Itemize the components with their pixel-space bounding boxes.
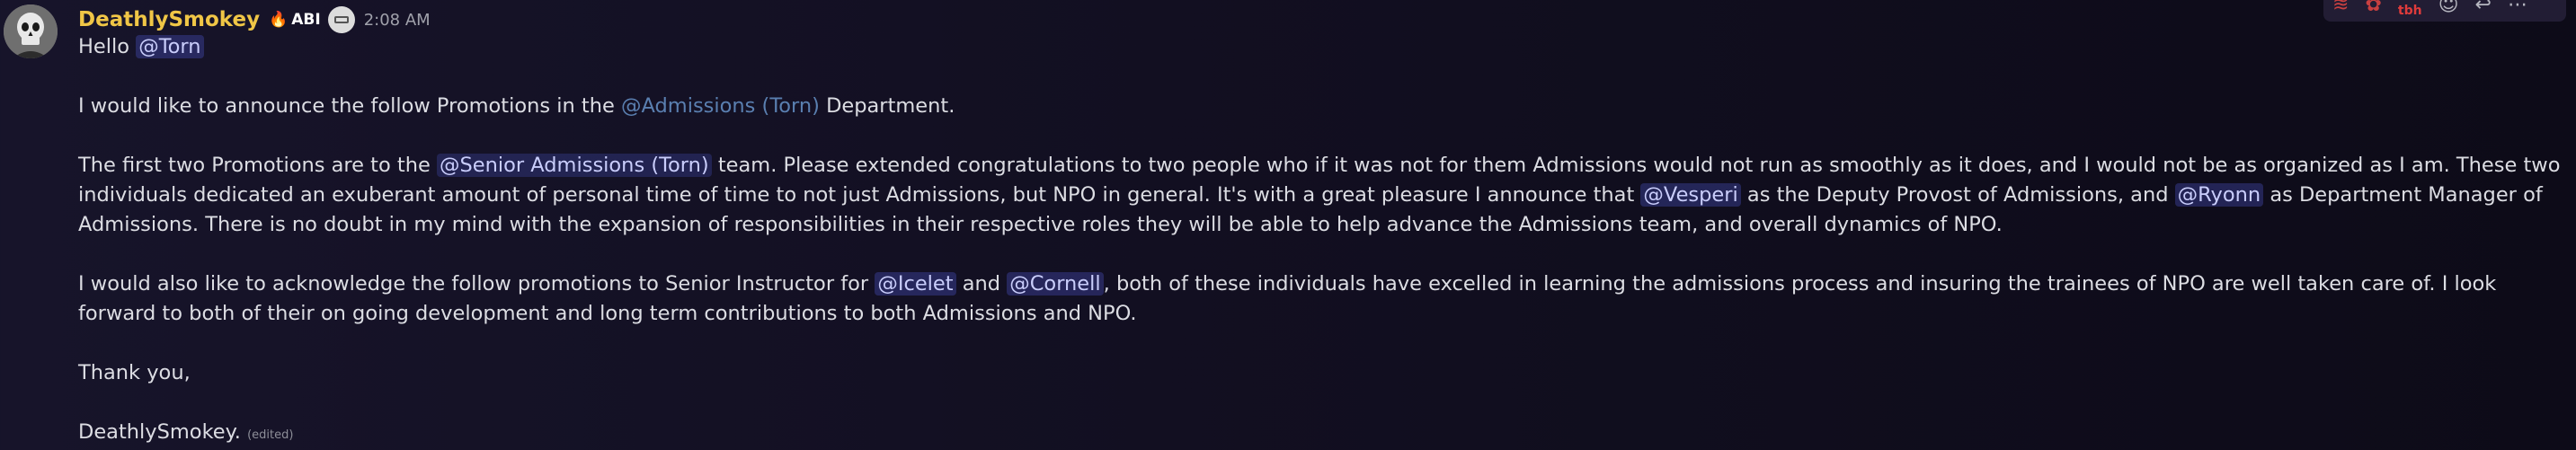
paragraph-text: and xyxy=(955,272,1008,296)
skull-avatar-icon xyxy=(4,4,58,58)
promotion-paragraph: The first two Promotions are to the @Sen… xyxy=(78,151,2568,240)
guild-badge-icon[interactable] xyxy=(327,6,355,33)
user-mention[interactable]: @Cornell xyxy=(1007,272,1104,296)
instructor-paragraph: I would also like to acknowledge the fol… xyxy=(78,269,2568,329)
intro-paragraph: I would like to announce the follow Prom… xyxy=(78,92,2568,121)
username[interactable]: DeathlySmokey xyxy=(78,8,260,31)
reaction-text[interactable]: tbh xyxy=(2398,0,2422,27)
paragraph-text: as the Deputy Provost of Admissions, and xyxy=(1740,183,2175,207)
closing-line: Thank you, xyxy=(78,361,191,384)
message-toolbar: ≋ ✿ tbh ☺ ↩ ⋯ xyxy=(2323,0,2566,22)
signature-text: DeathlySmokey. xyxy=(78,420,241,444)
role-mention[interactable]: @Senior Admissions (Torn) xyxy=(436,154,712,177)
reaction-icon[interactable]: ≋ xyxy=(2332,0,2349,22)
paragraph-text: The first two Promotions are to the xyxy=(78,154,437,177)
user-mention[interactable]: @Ryonn xyxy=(2174,183,2264,207)
edited-label: (edited) xyxy=(247,428,294,442)
more-icon[interactable]: ⋯ xyxy=(2508,0,2527,22)
avatar[interactable] xyxy=(4,4,58,58)
message-content: Hello @Torn I would like to announce the… xyxy=(78,32,2568,450)
greeting-text: Hello xyxy=(78,35,137,58)
reaction-icon[interactable]: ✿ xyxy=(2365,0,2381,22)
user-mention[interactable]: @Icelet xyxy=(875,272,956,296)
add-reaction-icon[interactable]: ☺ xyxy=(2438,0,2459,22)
role-mention[interactable]: @Admissions (Torn) xyxy=(621,94,820,118)
guild-tag-label: ABI xyxy=(291,11,321,29)
fire-icon: 🔥 xyxy=(269,11,289,29)
greeting-line: Hello @Torn xyxy=(78,32,2568,62)
message-header: DeathlySmokey 🔥 ABI 2:08 AM xyxy=(78,4,431,36)
timestamp[interactable]: 2:08 AM xyxy=(364,11,431,30)
paragraph-text: I would also like to acknowledge the fol… xyxy=(78,272,875,296)
signature-line: DeathlySmokey. (edited) xyxy=(78,418,2568,450)
chat-message: DeathlySmokey 🔥 ABI 2:08 AM Hello @Torn … xyxy=(0,0,2576,449)
user-mention[interactable]: @Torn xyxy=(136,35,204,58)
intro-text-end: Department. xyxy=(819,94,955,118)
intro-text: I would like to announce the follow Prom… xyxy=(78,94,622,118)
user-mention[interactable]: @Vesperi xyxy=(1640,183,1741,207)
reply-icon[interactable]: ↩ xyxy=(2475,0,2492,22)
guild-tag[interactable]: 🔥 ABI xyxy=(269,11,321,29)
